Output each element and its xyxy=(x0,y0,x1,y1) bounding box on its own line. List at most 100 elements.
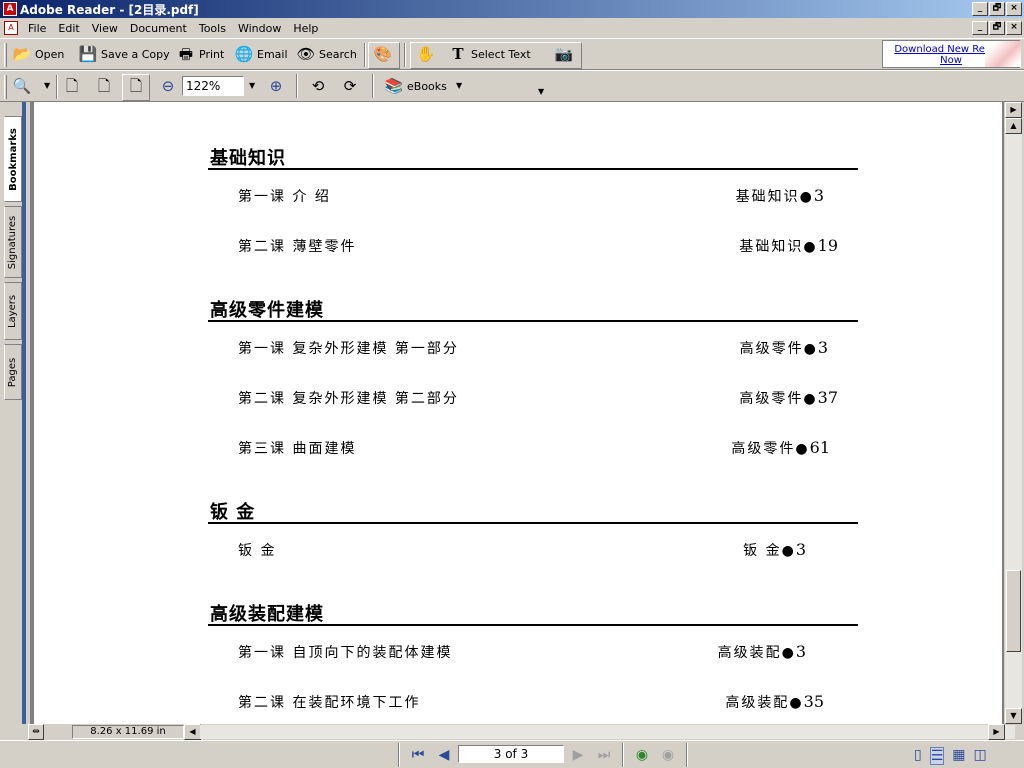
color-tool-button[interactable]: 🎨 xyxy=(373,42,396,66)
fit-page-icon: 🗋 xyxy=(97,77,111,95)
menu-document[interactable]: Document xyxy=(124,22,193,35)
tab-layers[interactable]: Layers xyxy=(4,282,22,340)
close-button[interactable]: × xyxy=(1006,2,1022,16)
page-ref: 3 xyxy=(817,338,828,357)
rotate-cw-button[interactable]: ⟳ xyxy=(340,74,363,98)
toc-entry[interactable]: 第一课 复杂外形建模 第一部分 高级零件●3 xyxy=(238,338,838,358)
facing-view-icon[interactable]: ◫ xyxy=(974,747,987,765)
email-button[interactable]: 🌐 Email xyxy=(234,42,288,66)
actual-size-button[interactable]: 🗋 xyxy=(62,74,85,98)
zoom-field[interactable]: 122% xyxy=(182,76,244,96)
zoom-out-button[interactable]: ⊖ xyxy=(158,74,181,98)
toc-entry[interactable]: 第三课 曲面建模 高级零件●61 xyxy=(238,438,838,458)
hand-tool-button[interactable]: ✋ xyxy=(416,42,439,66)
scroll-down-arrow-icon[interactable]: ▼ xyxy=(1005,708,1022,724)
zoom-tool-button[interactable]: 🔍 xyxy=(12,74,35,98)
ebooks-dropdown[interactable]: ▼ xyxy=(456,81,462,90)
fit-width-button[interactable]: 🗋 xyxy=(126,74,149,98)
toc-entry[interactable]: 第二课 薄壁零件 基础知识●19 xyxy=(238,236,838,256)
doc-close-button[interactable]: × xyxy=(1006,21,1022,35)
toc-entry[interactable]: 第一课 介 绍 基础知识●3 xyxy=(238,186,838,206)
printer-icon: 🖶 xyxy=(178,45,194,63)
search-button[interactable]: 👁 Search xyxy=(296,42,356,66)
menu-tools[interactable]: Tools xyxy=(193,22,232,35)
rotate-ccw-button[interactable]: ⟲ xyxy=(308,74,331,98)
toc-entry[interactable]: 第二课 在装配环境下工作 高级装配●35 xyxy=(238,692,838,712)
page-number-field[interactable]: 3 of 3 xyxy=(458,745,564,763)
section-title: 高级装配建模 xyxy=(208,600,858,626)
previous-page-icon[interactable]: ◀ xyxy=(434,745,454,765)
zoom-in-icon: ⊕ xyxy=(269,77,283,95)
save-copy-button[interactable]: 💾 Save a Copy xyxy=(78,42,170,66)
scroll-right-arrow-icon[interactable]: ▶ xyxy=(988,724,1005,740)
rotate-right-icon: ⟳ xyxy=(343,77,357,95)
email-globe-icon: 🌐 xyxy=(234,45,254,63)
ref-label: 高级零件 xyxy=(739,391,804,407)
ebooks-button[interactable]: 📚 eBooks xyxy=(384,74,447,98)
lesson-title: 第二课 薄壁零件 xyxy=(238,239,357,255)
tab-pages[interactable]: Pages xyxy=(4,344,22,400)
last-page-icon[interactable]: ⏭ xyxy=(594,745,614,765)
toc-section: 基础知识 第一课 介 绍 基础知识●3 第二课 薄壁零件 基础知识●19 xyxy=(208,144,858,284)
fit-width-icon: 🗋 xyxy=(129,77,143,95)
restore-button[interactable]: 🗗 xyxy=(989,2,1005,16)
snapshot-button[interactable]: 📷 xyxy=(554,42,577,66)
section-title: 高级零件建模 xyxy=(208,296,858,322)
scroll-up-arrow-icon[interactable]: ▲ xyxy=(1005,118,1022,134)
split-handle-icon[interactable]: ⇹ xyxy=(28,724,44,740)
page-ref: 3 xyxy=(795,642,806,661)
doc-restore-button[interactable]: 🗗 xyxy=(989,21,1005,35)
select-text-button[interactable]: T Select Text xyxy=(448,42,530,66)
menu-edit[interactable]: Edit xyxy=(52,22,85,35)
zoom-in-button[interactable]: ⊕ xyxy=(266,74,289,98)
toc-entry[interactable]: 第二课 复杂外形建模 第二部分 高级零件●37 xyxy=(238,388,838,408)
menu-help[interactable]: Help xyxy=(287,22,324,35)
hand-icon: ✋ xyxy=(416,45,436,63)
menu-window[interactable]: Window xyxy=(232,22,287,35)
zoom-dropdown[interactable]: ▼ xyxy=(249,81,255,90)
continuous-view-icon[interactable]: ☰ xyxy=(929,747,945,765)
lesson-title: 第三课 曲面建模 xyxy=(238,441,357,457)
ref-label: 高级装配 xyxy=(725,695,790,711)
horizontal-scrollbar[interactable] xyxy=(200,725,1015,739)
single-page-view-icon[interactable]: ▯ xyxy=(914,747,922,765)
continuous-facing-view-icon[interactable]: ▦ xyxy=(952,747,965,765)
minimize-button[interactable]: _ xyxy=(972,2,988,16)
fit-page-button[interactable]: 🗋 xyxy=(94,74,117,98)
ref-label: 基础知识 xyxy=(735,189,800,205)
nav-pane-splitter[interactable] xyxy=(22,102,26,724)
vertical-scroll-thumb[interactable] xyxy=(1006,570,1021,652)
page-ref: 35 xyxy=(803,692,824,711)
go-forward-icon[interactable]: ◉ xyxy=(658,745,678,765)
zoom-in-magnifier-icon: 🔍 xyxy=(12,77,32,95)
print-button[interactable]: 🖶 Print xyxy=(176,42,224,66)
toc-entry[interactable]: 第一课 自顶向下的装配体建模 高级装配●3 xyxy=(238,642,838,662)
bullet: ● xyxy=(795,441,810,457)
vertical-scrollbar[interactable]: ▶ ▲ ▼ xyxy=(1005,102,1022,724)
tab-bookmarks[interactable]: Bookmarks xyxy=(4,116,22,202)
go-back-icon[interactable]: ◉ xyxy=(632,745,652,765)
open-button[interactable]: 📂 Open xyxy=(12,42,65,66)
lesson-title: 第二课 复杂外形建模 第二部分 xyxy=(238,391,459,407)
next-page-icon[interactable]: ▶ xyxy=(568,745,588,765)
first-page-icon[interactable]: ⏮ xyxy=(408,745,428,765)
page-ref: 19 xyxy=(817,236,838,255)
bullet: ● xyxy=(781,645,796,661)
window-title: Adobe Reader - [2目录.pdf] xyxy=(20,2,199,17)
page-ref: 3 xyxy=(795,540,806,559)
tab-signatures[interactable]: Signatures xyxy=(4,206,22,278)
page-size-readout: 8.26 x 11.69 in xyxy=(72,725,184,739)
zoom-tool-dropdown[interactable]: ▼ xyxy=(44,81,50,90)
folder-open-icon: 📂 xyxy=(12,45,32,63)
menu-file[interactable]: File xyxy=(22,22,52,35)
doc-minimize-button[interactable]: _ xyxy=(972,21,988,35)
section-title: 基础知识 xyxy=(208,144,858,170)
document-view[interactable]: 基础知识 第一课 介 绍 基础知识●3 第二课 薄壁零件 基础知识●19 高级零… xyxy=(30,102,1004,724)
document-icon[interactable]: A xyxy=(4,21,18,35)
scroll-left-arrow-icon[interactable]: ◀ xyxy=(184,724,201,740)
page-ref: 37 xyxy=(817,388,838,407)
toc-entry[interactable]: 钣 金 钣 金●3 xyxy=(238,540,838,560)
scroll-right-arrow-icon[interactable]: ▶ xyxy=(1005,102,1022,118)
menu-view[interactable]: View xyxy=(86,22,124,35)
ref-label: 高级零件 xyxy=(739,341,804,357)
